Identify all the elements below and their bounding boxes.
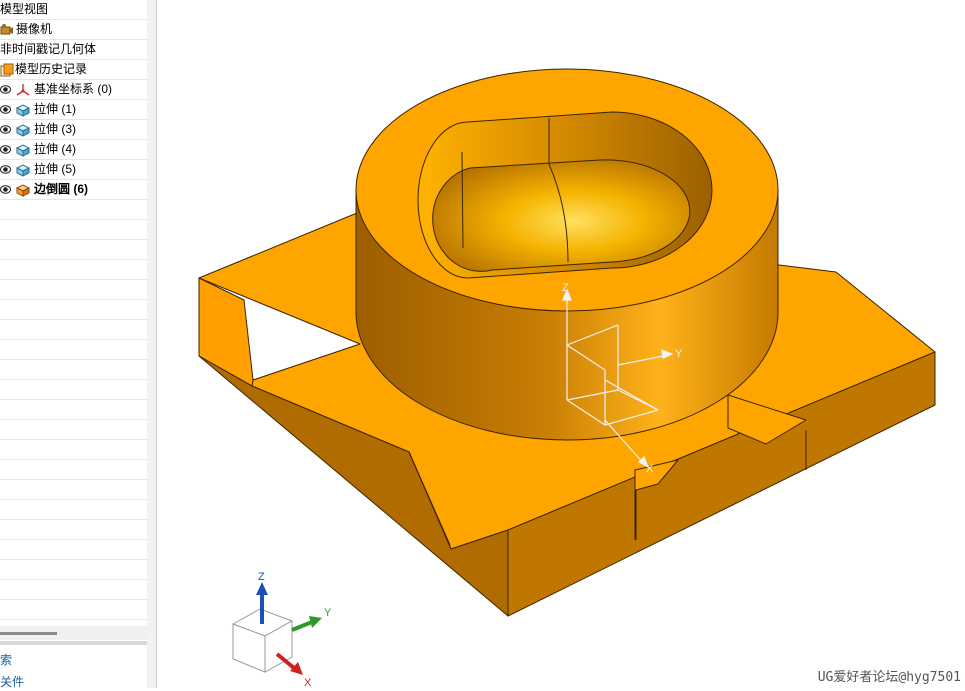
panel-header-search[interactable]: 索: [0, 650, 147, 670]
extrude-icon: [16, 144, 30, 157]
triad-y-axis[interactable]: [291, 620, 313, 632]
datum-y-label: Y: [675, 348, 683, 360]
tree-row-empty: [0, 440, 147, 460]
panel-header-related[interactable]: 关件: [0, 672, 147, 688]
edge-blend-icon: [16, 184, 30, 197]
extrude-icon: [16, 164, 30, 177]
tree-row-label: 拉伸 (1): [34, 102, 77, 116]
tree-row-empty: [0, 400, 147, 420]
tree-row-label: 模型历史记录: [15, 62, 88, 76]
triad-y-arrowhead: [309, 616, 322, 628]
tree-row-edge-blend[interactable]: 边倒圆 (6): [0, 180, 147, 200]
tree-row-empty: [0, 380, 147, 400]
scrollbar-thumb[interactable]: [0, 632, 57, 635]
tree-row-label: 摄像机: [16, 22, 53, 36]
eye-icon[interactable]: [0, 125, 11, 134]
tree-row-empty: [0, 300, 147, 320]
model-viewport-canvas[interactable]: Z Y X Z Y X: [158, 0, 965, 689]
triad-x-label: X: [304, 677, 312, 688]
history-icon: [0, 63, 14, 77]
tree-row-label: 拉伸 (4): [34, 142, 77, 156]
extrude-icon: [16, 124, 30, 137]
tree-row-empty: [0, 500, 147, 520]
tree-row-empty: [0, 420, 147, 440]
tree-row-extrude-4[interactable]: 拉伸 (4): [0, 140, 147, 160]
graphics-window[interactable]: Z Y X Z Y X: [158, 0, 965, 689]
tree-row-datum-csys[interactable]: 基准坐标系 (0): [0, 80, 147, 100]
tree-row-empty: [0, 240, 147, 260]
datum-x-label: X: [646, 463, 654, 475]
datum-csys-icon: [16, 84, 30, 96]
camera-icon: [0, 24, 13, 35]
eye-icon[interactable]: [0, 145, 11, 154]
resource-bar-separator[interactable]: [147, 0, 157, 688]
model-tree: 模型视图 摄像机 非时间戳记几何体 模型历史记录 基准坐标系 (0) 拉伸 (1…: [0, 0, 147, 620]
tree-row-empty: [0, 580, 147, 600]
datum-z-label: Z: [562, 282, 569, 294]
tree-row-empty: [0, 260, 147, 280]
forum-watermark: UG爱好者论坛@hyg7501: [817, 670, 961, 685]
tree-row-extrude-3[interactable]: 拉伸 (3): [0, 120, 147, 140]
eye-icon[interactable]: [0, 85, 11, 94]
tree-row-label: 拉伸 (3): [34, 122, 77, 136]
tree-row-extrude-1[interactable]: 拉伸 (1): [0, 100, 147, 120]
eye-icon[interactable]: [0, 165, 11, 174]
tree-row-cameras[interactable]: 摄像机: [0, 20, 147, 40]
tree-row-model-history[interactable]: 模型历史记录: [0, 60, 147, 80]
eye-icon[interactable]: [0, 185, 11, 194]
extrude-icon: [16, 104, 30, 117]
part-navigator: 模型视图 摄像机 非时间戳记几何体 模型历史记录 基准坐标系 (0) 拉伸 (1…: [0, 0, 148, 688]
tree-row-empty: [0, 600, 147, 620]
tree-row-label: 拉伸 (5): [34, 162, 77, 176]
tree-row-empty: [0, 280, 147, 300]
tree-row-empty: [0, 480, 147, 500]
tree-row-empty: [0, 320, 147, 340]
tree-row-empty: [0, 200, 147, 220]
triad-z-label: Z: [258, 571, 265, 583]
tree-row-empty: [0, 520, 147, 540]
tree-row-label: 模型视图: [0, 2, 49, 16]
tree-row-empty: [0, 360, 147, 380]
tree-row-label: 基准坐标系 (0): [34, 82, 113, 96]
triad-z-arrowhead: [256, 582, 268, 595]
triad-y-label: Y: [324, 607, 332, 619]
tree-row-empty: [0, 460, 147, 480]
panel-divider[interactable]: [0, 641, 147, 645]
tree-row-extrude-5[interactable]: 拉伸 (5): [0, 160, 147, 180]
horizontal-scrollbar[interactable]: [0, 626, 147, 640]
tree-row-non-timestamp-geometry[interactable]: 非时间戳记几何体: [0, 40, 147, 60]
tree-row-empty: [0, 220, 147, 240]
eye-icon[interactable]: [0, 105, 11, 114]
tree-row-label: 边倒圆 (6): [34, 182, 89, 196]
tree-row-empty: [0, 560, 147, 580]
tree-row-label: 非时间戳记几何体: [0, 42, 97, 56]
tree-row-empty: [0, 340, 147, 360]
tree-row-empty: [0, 540, 147, 560]
view-triad[interactable]: Z Y X: [231, 571, 332, 689]
pocket-floor[interactable]: [432, 159, 691, 272]
tree-row-model-views[interactable]: 模型视图: [0, 0, 147, 20]
